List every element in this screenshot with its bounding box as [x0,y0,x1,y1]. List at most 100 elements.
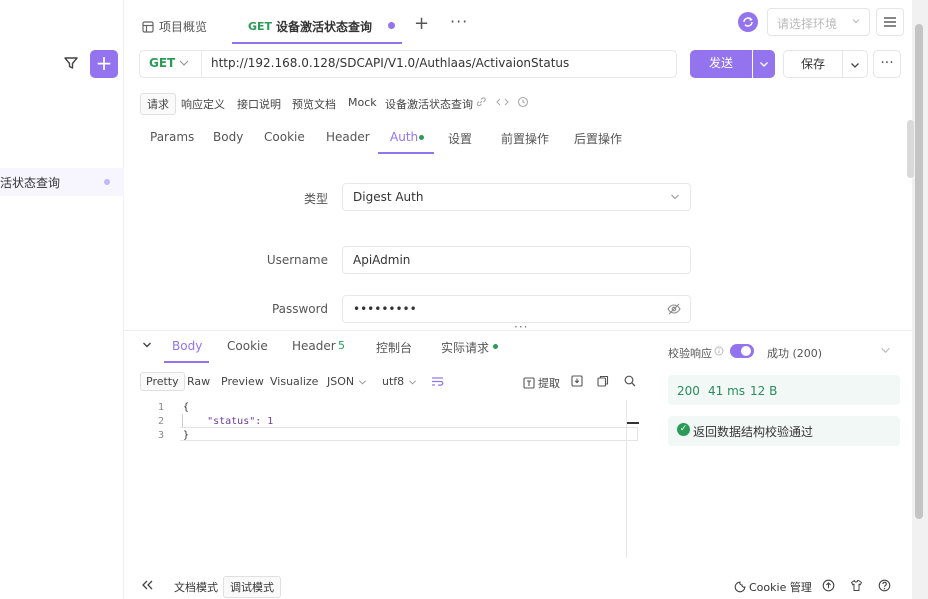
method-select[interactable]: GET [149,56,175,70]
username-field[interactable]: ApiAdmin [342,246,691,274]
subtab-api-description[interactable]: 接口说明 [237,96,281,112]
search-icon[interactable] [624,375,636,387]
active-tab-underline [164,361,209,363]
subtab-preview-doc[interactable]: 预览文档 [292,96,336,112]
subtab-request[interactable]: 请求 [140,93,176,115]
current-line-highlight [180,427,638,441]
auth-type-label: 类型 [303,192,328,206]
format-preview[interactable]: Preview [221,375,264,388]
shirt-icon[interactable] [850,579,863,592]
line-number: 2 [157,416,164,427]
username-label: Username [266,253,328,267]
format-json-select[interactable]: JSON [327,375,367,388]
tab-auth[interactable]: Auth [390,130,418,144]
verify-result-text: 返回数据结构校验通过 [693,425,814,439]
response-tab-body[interactable]: Body [172,339,202,353]
send-button[interactable]: 发送 [690,50,752,78]
download-icon[interactable] [571,375,583,387]
doc-mode-button[interactable]: 文档模式 [174,579,218,595]
chevron-down-icon [670,192,680,202]
environment-placeholder: 请选择环境 [777,17,838,31]
save-dropdown-button[interactable] [842,50,868,78]
response-stats [668,375,900,405]
copy-icon[interactable] [597,375,609,387]
password-field[interactable]: ••••••••• [342,295,691,323]
chevron-down-icon [358,378,367,387]
response-size: 12 B [750,384,778,398]
response-tab-header[interactable]: Header [292,339,336,353]
unsaved-dot [104,179,110,185]
debug-mode-button[interactable]: 调试模式 [223,576,281,598]
tab-post-operations[interactable]: 后置操作 [574,130,622,147]
wrap-lines-icon[interactable] [431,376,444,387]
send-dropdown-button[interactable] [753,50,775,78]
grid-icon [142,20,154,33]
hamburger-icon [884,17,896,27]
collapse-sidebar-icon[interactable] [142,580,153,590]
tab-settings[interactable]: 设置 [448,130,472,147]
response-tab-actual-request[interactable]: 实际请求 [441,339,489,356]
active-tab-underline [232,42,402,44]
subtab-api-name[interactable]: 设备激活状态查询 [385,96,473,112]
tab-more-button[interactable]: ··· [450,12,468,31]
add-button[interactable]: + [90,50,118,78]
format-visualize[interactable]: Visualize [270,375,318,388]
help-icon[interactable] [878,579,891,592]
response-tab-cookie[interactable]: Cookie [227,339,268,353]
code-line: "status": 1 [183,416,274,427]
tab-pre-operations[interactable]: 前置操作 [501,130,549,147]
minimap-marker [627,422,639,424]
info-icon [714,346,724,356]
subtab-mock[interactable]: Mock [348,96,377,109]
cookie-manager-button[interactable]: Cookie 管理 [734,579,812,595]
more-actions-button[interactable]: ··· [873,50,901,78]
toggle-knob [741,346,751,356]
code-icon[interactable] [496,96,509,108]
response-tab-console[interactable]: 控制台 [376,339,412,356]
tab-device-activation[interactable]: GET 设备激活状态查询 [248,18,372,35]
encoding-select[interactable]: utf8 [382,375,417,388]
line-number: 3 [157,430,164,441]
inner-scrollbar-thumb[interactable] [907,120,914,178]
active-tab-underline [378,152,434,154]
chevron-down-icon[interactable] [880,345,891,356]
chevron-down-icon [851,16,861,26]
extract-icon [523,377,535,389]
collapse-chevron-icon[interactable] [142,340,152,350]
filter-icon[interactable] [63,55,81,73]
divider [201,51,202,77]
new-tab-button[interactable]: + [414,13,429,34]
environment-select[interactable]: 请选择环境 [767,8,870,36]
format-raw[interactable]: Raw [187,375,210,388]
sidebar-item-label: 活状态查询 [0,176,61,190]
link-icon[interactable] [475,96,487,108]
tab-params[interactable]: Params [150,130,194,144]
chevron-down-icon [408,378,417,387]
scrollbar-thumb[interactable] [915,24,923,519]
tab-cookie[interactable]: Cookie [264,130,305,144]
tab-label: 设备激活状态查询 [276,20,373,34]
tab-label: 项目概览 [159,20,208,34]
url-input[interactable]: http://192.168.0.128/SDCAPI/V1.0/Authlaa… [211,56,569,70]
tab-body[interactable]: Body [213,130,243,144]
format-json-label: JSON [327,375,355,388]
subtab-response-definition[interactable]: 响应定义 [181,96,225,112]
tab-project-overview[interactable]: 项目概览 [142,18,207,35]
line-number: 1 [157,402,164,413]
chevron-down-icon[interactable] [178,55,190,71]
tab-header[interactable]: Header [326,130,370,144]
sync-icon[interactable] [738,12,758,32]
eye-off-icon[interactable] [667,303,681,315]
menu-button[interactable] [876,8,904,36]
drag-handle-icon[interactable]: ··· [514,320,528,334]
indent-guide [182,414,183,428]
code-line: { [183,402,190,413]
format-pretty[interactable]: Pretty [140,372,185,391]
tab-method: GET [248,20,273,33]
verify-status-select[interactable]: 成功 (200) [767,345,822,361]
save-button[interactable]: 保存 [783,50,843,78]
auth-type-select[interactable]: Digest Auth [342,183,691,211]
upload-icon[interactable] [822,579,835,592]
history-icon[interactable] [517,96,529,108]
extract-button[interactable]: 提取 [523,375,560,391]
